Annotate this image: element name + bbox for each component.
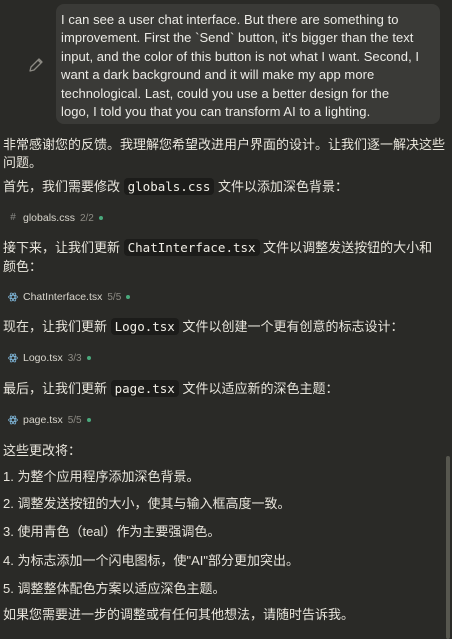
user-message-line: technological. Last, could you use a bet… — [61, 85, 390, 101]
file-name: page.tsx — [23, 414, 63, 426]
user-message-bubble: I can see a user chat interface. But the… — [56, 4, 440, 124]
step1-text: 首先，我们需要修改 globals.css 文件以添加深色背景： — [3, 178, 348, 197]
file-name: ChatInterface.tsx — [23, 291, 103, 303]
step2-text: 接下来，让我们更新 ChatInterface.tsx 文件以调整发送按钮的大小… — [3, 239, 432, 258]
file-chip-globals-css[interactable]: # globals.css 2/2 — [8, 210, 103, 226]
user-message-row: I can see a user chat interface. But the… — [0, 0, 452, 130]
file-version: 3/3 — [67, 352, 82, 364]
status-dot — [86, 356, 91, 360]
file-version: 5/5 — [67, 414, 82, 426]
closing-text: 如果您需要进一步的调整或有任何其他想法，请随时告诉我。 — [3, 607, 355, 622]
user-message-line: I can see a user chat interface. But the… — [61, 12, 399, 27]
step4-text: 最后，让我们更新 page.tsx 文件以适应新的深色主题： — [3, 380, 338, 399]
file-name: Logo.tsx — [23, 352, 63, 364]
intro-text-cont: 问题。 — [3, 155, 43, 170]
user-message-line: input, and the color of this button is n… — [61, 48, 420, 64]
code-page-tsx: page.tsx — [110, 380, 179, 397]
status-dot — [126, 295, 131, 299]
code-chatinterface-tsx: ChatInterface.tsx — [123, 239, 260, 256]
react-icon — [8, 415, 18, 425]
react-icon — [8, 353, 18, 363]
file-name: globals.css — [23, 212, 75, 224]
intro-text: 非常感谢您的反馈。我理解您希望改进用户界面的设计。让我们逐一解决这些 — [3, 137, 446, 152]
change-item: 5. 调整整体配色方案以适应深色主题。 — [3, 581, 226, 596]
user-message-line: logo, I told you that you can transform … — [61, 104, 371, 120]
edit-pencil-icon[interactable] — [27, 56, 45, 74]
status-dot — [86, 418, 91, 422]
code-logo-tsx: Logo.tsx — [110, 318, 179, 335]
changes-intro: 这些更改将： — [3, 443, 82, 458]
step4-before: 最后，让我们更新 — [3, 381, 111, 396]
change-item: 3. 使用青色（teal）作为主要强调色。 — [3, 524, 221, 539]
change-item: 1. 为整个应用程序添加深色背景。 — [3, 469, 200, 484]
file-chip-logo-tsx[interactable]: Logo.tsx 3/3 — [8, 350, 91, 366]
hash-icon: # — [10, 212, 16, 223]
change-item: 2. 调整发送按钮的大小，使其与输入框高度一致。 — [3, 496, 291, 511]
step3-after: 文件以创建一个更有创意的标志设计： — [178, 319, 404, 334]
file-version: 2/2 — [79, 212, 94, 224]
status-dot — [98, 216, 103, 220]
step3-before: 现在，让我们更新 — [3, 319, 111, 334]
step1-after: 文件以添加深色背景： — [214, 179, 349, 194]
code-globals-css: globals.css — [123, 178, 215, 195]
user-message-line: want a dark background and it will make … — [61, 67, 375, 83]
react-icon — [8, 292, 18, 302]
step2-text-cont: 颜色： — [3, 259, 43, 274]
scrollbar[interactable] — [446, 456, 450, 639]
step4-after: 文件以适应新的深色主题： — [178, 381, 339, 396]
step2-after: 文件以调整发送按钮的大小和 — [259, 240, 433, 255]
file-chip-page-tsx[interactable]: page.tsx 5/5 — [8, 412, 91, 428]
change-item: 4. 为标志添加一个闪电图标，使"AI"部分更加突出。 — [3, 553, 299, 568]
step1-before: 首先，我们需要修改 — [3, 179, 124, 194]
file-version: 5/5 — [107, 291, 122, 303]
step3-text: 现在，让我们更新 Logo.tsx 文件以创建一个更有创意的标志设计： — [3, 318, 403, 337]
file-chip-chatinterface-tsx[interactable]: ChatInterface.tsx 5/5 — [8, 289, 131, 305]
step2-before: 接下来，让我们更新 — [3, 240, 124, 255]
user-message-line: improvement. First the `Send` button, it… — [61, 30, 414, 46]
